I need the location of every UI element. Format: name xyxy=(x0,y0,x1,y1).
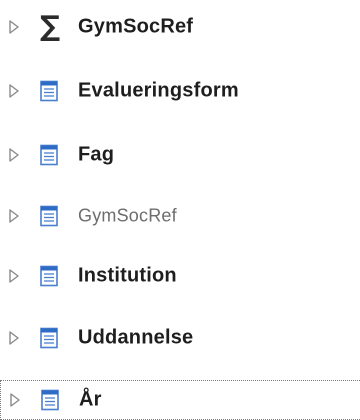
expand-arrow-icon[interactable] xyxy=(9,393,21,407)
tree-item-label: Fag xyxy=(78,143,115,166)
tree-item-label: Evalueringsform xyxy=(78,79,239,102)
tree-item-label: GymSocRef xyxy=(78,15,194,38)
expand-arrow-icon[interactable] xyxy=(8,269,20,283)
sigma-icon: ∑ xyxy=(39,9,61,43)
tree-item-label: GymSocRef xyxy=(78,205,177,226)
fields-tree: ∑ GymSocRef Evalueringsform Fag GymSocRe… xyxy=(0,0,360,420)
tree-item-label: År xyxy=(79,388,102,411)
expand-arrow-icon[interactable] xyxy=(8,331,20,345)
tree-item-evalueringsform[interactable]: Evalueringsform xyxy=(0,71,360,111)
table-icon xyxy=(40,327,58,349)
tree-item-label: Uddannelse xyxy=(78,326,194,349)
tree-item-label: Institution xyxy=(78,264,177,287)
tree-item-institution[interactable]: Institution xyxy=(0,256,360,296)
expand-arrow-icon[interactable] xyxy=(8,209,20,223)
table-icon xyxy=(40,265,58,287)
expand-arrow-icon[interactable] xyxy=(8,148,20,162)
tree-item-uddannelse[interactable]: Uddannelse xyxy=(0,318,360,358)
table-icon xyxy=(41,389,59,411)
expand-arrow-icon[interactable] xyxy=(8,20,20,34)
tree-item-aar[interactable]: År xyxy=(0,380,360,420)
tree-item-gymsocref-measures[interactable]: ∑ GymSocRef xyxy=(0,7,360,47)
tree-item-fag[interactable]: Fag xyxy=(0,135,360,175)
expand-arrow-icon[interactable] xyxy=(8,84,20,98)
tree-item-gymsocref-table[interactable]: GymSocRef xyxy=(0,196,360,236)
table-icon xyxy=(40,144,58,166)
table-icon xyxy=(40,205,58,227)
table-icon xyxy=(40,80,58,102)
